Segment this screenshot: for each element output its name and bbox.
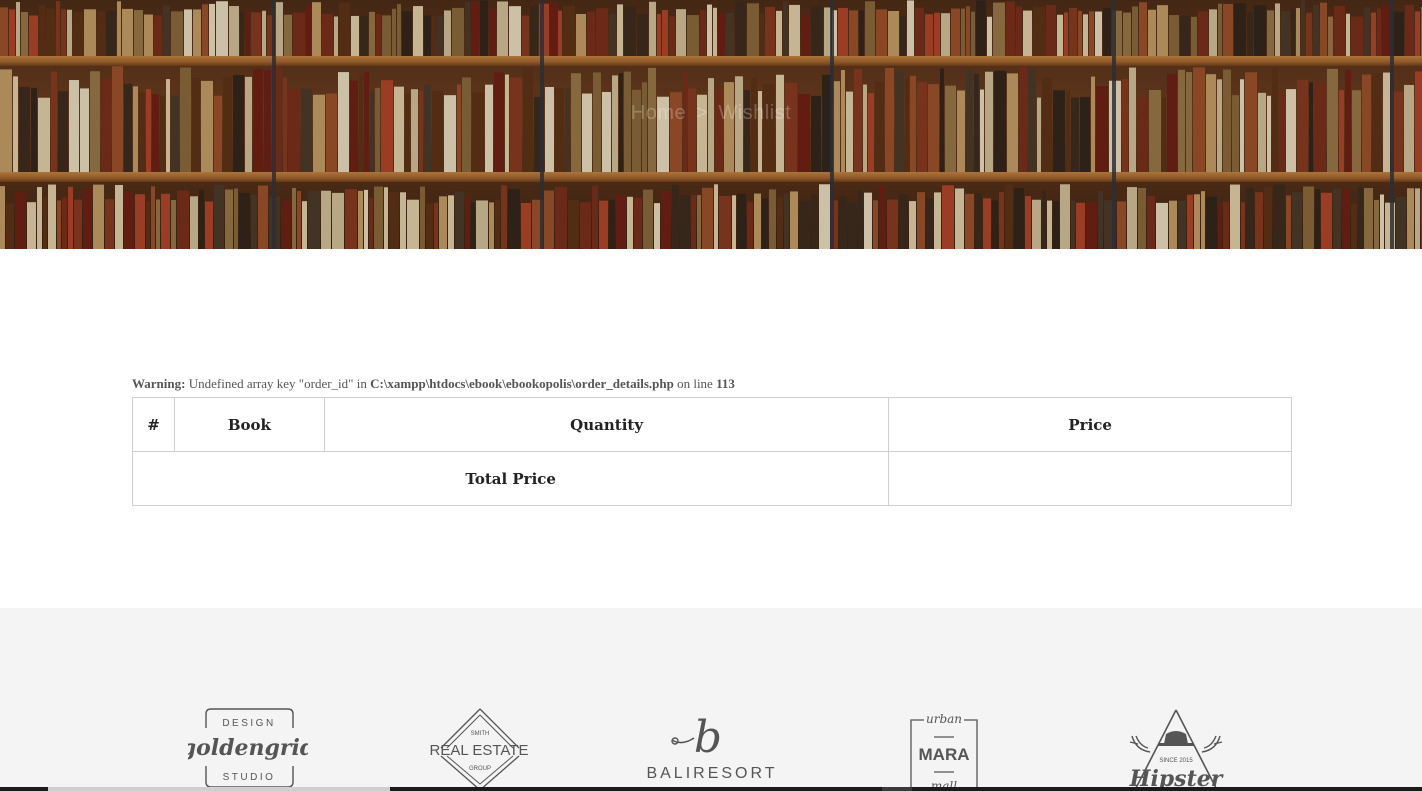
order-details-table: # Book Quantity Price Total Price — [131, 397, 1292, 506]
goldengrid-logo[interactable]: DESIGN goldengrid STUDIO — [188, 708, 308, 788]
mara-logo[interactable]: urban MARA mall — [906, 706, 982, 790]
goldengrid-top-text: DESIGN — [222, 718, 275, 729]
table-header-row: # Book Quantity Price — [132, 397, 1292, 452]
breadcrumb-separator: > — [696, 102, 709, 124]
baliresort-logo[interactable]: b BALIRESORT — [642, 708, 782, 784]
baliresort-main-text: BALIRESORT — [646, 765, 777, 782]
warning-line-number: 113 — [716, 376, 735, 391]
warning-message: Undefined array key "order_id" in — [188, 376, 367, 391]
column-header-quantity: Quantity — [323, 397, 890, 452]
baliresort-mark: b — [694, 712, 722, 763]
breadcrumb-current: Wishlist — [718, 102, 792, 124]
horizontal-scrollbar[interactable] — [0, 787, 1422, 791]
mara-main-text: MARA — [919, 745, 970, 764]
warning-colon: : — [181, 376, 186, 391]
real-estate-logo[interactable]: SMITH REAL ESTATE GROUP — [430, 708, 530, 790]
real-estate-bottom-text: GROUP — [469, 766, 491, 772]
mara-top-text: urban — [926, 712, 962, 726]
real-estate-top-text: SMITH — [471, 731, 490, 737]
breadcrumb-home-link[interactable]: Home — [631, 102, 686, 124]
goldengrid-script-text: goldengrid — [188, 735, 308, 761]
column-header-number: # — [132, 397, 175, 452]
table-row: Total Price — [131, 451, 1292, 506]
total-price-value — [888, 451, 1292, 506]
real-estate-main-text: REAL ESTATE — [430, 742, 528, 759]
warning-label: Warning — [132, 376, 182, 391]
total-price-label: Total Price — [131, 451, 890, 506]
warning-line-text: on line — [677, 376, 713, 391]
goldengrid-bottom-text: STUDIO — [223, 772, 276, 783]
breadcrumb: Home > Wishlist — [0, 102, 1422, 125]
php-warning: Warning: Undefined array key "order_id" … — [132, 376, 735, 392]
hipster-logo[interactable]: SINCE 2015 Hipster — [1128, 706, 1224, 790]
scrollbar-thumb[interactable] — [48, 787, 390, 791]
scrollbar-segment — [882, 787, 912, 791]
warning-file: C:\xampp\htdocs\ebook\ebookopolis\order_… — [370, 376, 674, 391]
partner-logos-strip: DESIGN goldengrid STUDIO SMITH REAL ESTA… — [0, 608, 1422, 791]
column-header-price: Price — [888, 397, 1292, 452]
hero-banner: Home > Wishlist — [0, 0, 1422, 249]
column-header-book: Book — [173, 397, 325, 452]
hipster-small-text: SINCE 2015 — [1159, 758, 1193, 764]
